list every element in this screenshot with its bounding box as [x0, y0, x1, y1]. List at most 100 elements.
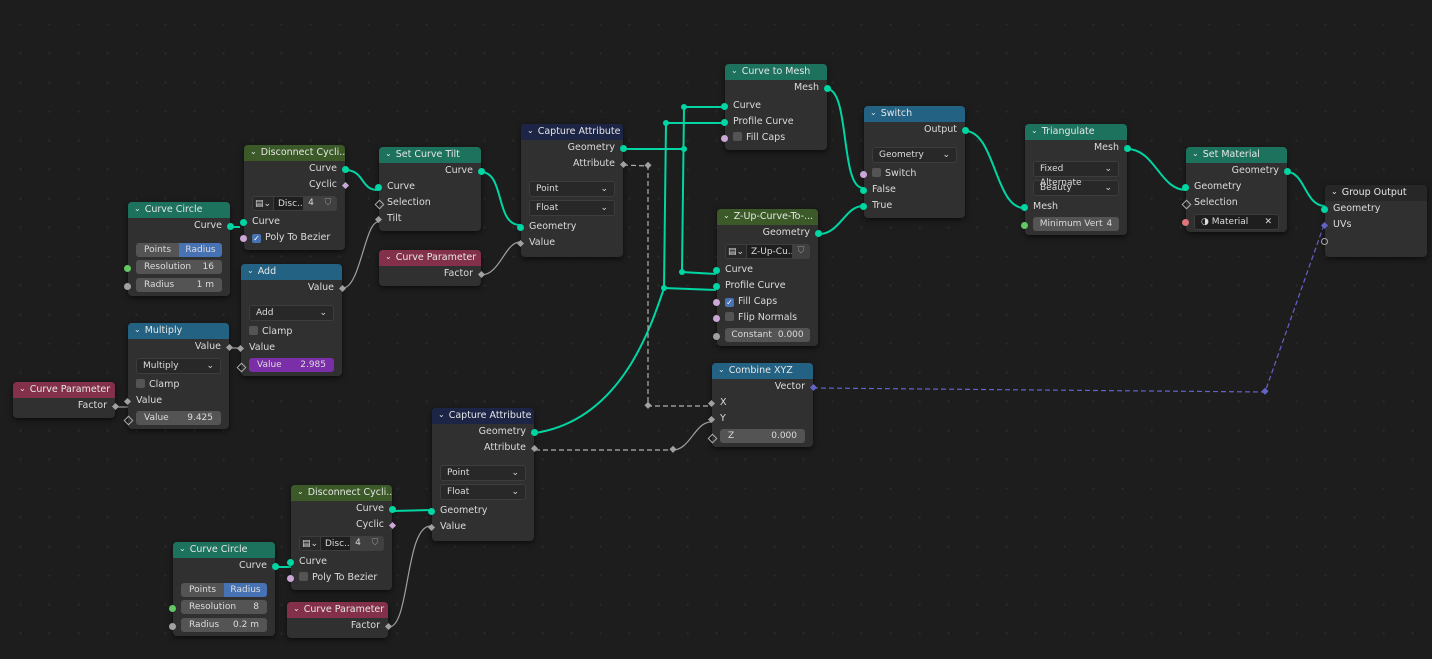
socket[interactable]	[962, 126, 969, 134]
chevron-down-icon[interactable]: ⌄	[179, 542, 186, 557]
radius-field[interactable]: Radius 0.2 m	[181, 618, 267, 632]
switch-checkbox[interactable]	[872, 168, 881, 177]
chevron-down-icon[interactable]: ⌄	[1031, 124, 1038, 139]
socket[interactable]	[375, 183, 382, 191]
socket[interactable]	[721, 134, 728, 142]
socket[interactable]	[227, 222, 234, 230]
socket[interactable]	[815, 229, 822, 237]
node-header[interactable]: ⌄ Curve Circle	[173, 542, 275, 558]
node-header[interactable]: ⌄ Disconnect Cycli...	[244, 145, 345, 161]
chevron-down-icon[interactable]: ⌄	[731, 64, 738, 79]
node-header[interactable]: ⌄ Capture Attribute	[521, 124, 623, 140]
socket[interactable]	[124, 264, 131, 272]
socket[interactable]	[272, 562, 279, 570]
socket[interactable]	[1321, 205, 1328, 213]
fake-user-shield-icon[interactable]: ⛉	[366, 536, 384, 551]
node-group-selector[interactable]: ▤⌄ Disc... 4 ⛉	[252, 196, 337, 211]
chevron-down-icon[interactable]: ⌄	[438, 408, 445, 423]
fake-user-shield-icon[interactable]: ⛉	[792, 244, 810, 259]
socket[interactable]	[428, 507, 435, 515]
node-curve-circle[interactable]: ⌄ Curve Circle Curve Points Radius Resolut…	[169, 542, 279, 636]
material-field[interactable]: ◑ Material ✕	[1194, 214, 1279, 230]
socket[interactable]	[287, 558, 294, 566]
type-dropdown[interactable]: Geometry ⌄	[872, 147, 957, 163]
mode-radius[interactable]: Radius	[224, 583, 267, 597]
node-header[interactable]: ⌄ Group Output	[1325, 185, 1427, 201]
chevron-down-icon[interactable]: ⌄	[250, 145, 257, 160]
socket[interactable]	[342, 165, 349, 173]
node-header[interactable]: ⌄ Disconnect Cycli...	[291, 485, 392, 501]
socket[interactable]	[123, 397, 132, 405]
quad-method-dropdown[interactable]: Fixed Alternate ⌄	[1033, 161, 1119, 188]
node-combine-xyz[interactable]: ⌄ Combine XYZ Vector X Y Z 0.000	[707, 363, 818, 447]
constant-field[interactable]: Constant 0.000	[725, 328, 810, 342]
node-set-curve-tilt[interactable]: ⌄ Set Curve Tilt Curve Curve Selection Ti…	[374, 147, 485, 231]
socket[interactable]	[1182, 218, 1189, 226]
domain-dropdown[interactable]: Point ⌄	[529, 181, 615, 197]
socket[interactable]	[721, 118, 728, 126]
poly-to-bezier-checkbox[interactable]	[299, 572, 308, 581]
node-disconnect-cyclic[interactable]: ⌄ Disconnect Cycli... Curve Cyclic ▤⌄ Disc…	[287, 485, 397, 590]
value-field[interactable]: Value 2.985	[249, 358, 334, 372]
node-capture-attribute[interactable]: ⌄ Capture Attribute Geometry Attribute Po…	[427, 408, 539, 541]
socket[interactable]	[478, 167, 485, 175]
node-group-selector[interactable]: ▤⌄ Z-Up-Cu... ⛉	[725, 244, 810, 259]
node-capture-attribute[interactable]: ⌄ Capture Attribute Geometry Attribute Po…	[516, 124, 628, 257]
chevron-down-icon[interactable]: ⌄	[293, 602, 300, 617]
socket[interactable]	[389, 505, 396, 513]
chevron-down-icon[interactable]: ⌄	[870, 106, 877, 121]
node-curve-circle[interactable]: ⌄ Curve Circle Curve Points Radius Resolut…	[124, 202, 234, 296]
type-dropdown[interactable]: Float ⌄	[529, 200, 615, 216]
node-set-material[interactable]: ⌄ Set Material Geometry Geometry Selectio…	[1181, 147, 1291, 232]
minimum-vertices-field[interactable]: Minimum Vert 4	[1033, 217, 1119, 231]
fill-caps-checkbox[interactable]: ✓	[725, 298, 734, 307]
socket[interactable]	[374, 215, 383, 223]
socket[interactable]	[287, 574, 294, 582]
socket[interactable]	[1284, 167, 1291, 175]
mode-points[interactable]: Points	[181, 583, 224, 597]
domain-dropdown[interactable]: Point ⌄	[440, 465, 526, 481]
socket[interactable]	[427, 523, 436, 531]
clamp-checkbox[interactable]	[249, 326, 258, 335]
chevron-down-icon[interactable]: ⌄	[718, 363, 725, 378]
node-group-selector[interactable]: ▤⌄ Disc... 4 ⛉	[299, 536, 384, 551]
type-dropdown[interactable]: Float ⌄	[440, 484, 526, 500]
node-math-add[interactable]: ⌄ Add Value Add ⌄ Clamp Value Value 2.985	[236, 264, 347, 376]
node-curve-parameter[interactable]: ⌄ Curve Parameter Factor	[379, 250, 486, 286]
operation-dropdown[interactable]: Add ⌄	[249, 305, 334, 321]
socket[interactable]	[169, 622, 176, 630]
resolution-field[interactable]: Resolution 16	[136, 260, 222, 274]
socket[interactable]	[517, 223, 524, 231]
value-field[interactable]: Value 9.425	[136, 411, 221, 425]
socket[interactable]	[707, 415, 716, 423]
flip-normals-checkbox[interactable]	[725, 312, 734, 321]
socket[interactable]	[713, 298, 720, 306]
radius-field[interactable]: Radius 1 m	[136, 278, 222, 292]
node-math-multiply[interactable]: ⌄ Multiply Value Multiply ⌄ Clamp Value Va…	[123, 323, 234, 429]
node-header[interactable]: ⌄ Z-Up-Curve-To-...	[717, 209, 818, 225]
empty-socket[interactable]	[1321, 237, 1328, 245]
socket[interactable]	[240, 218, 247, 226]
socket[interactable]	[240, 234, 247, 242]
clamp-checkbox[interactable]	[136, 379, 145, 388]
socket[interactable]	[713, 282, 720, 290]
node-switch[interactable]: ⌄ Switch Output Geometry ⌄ Switch False Tr…	[860, 106, 969, 218]
resolution-field[interactable]: Resolution 8	[181, 600, 267, 614]
socket[interactable]	[1182, 183, 1189, 191]
node-header[interactable]: ⌄ Curve Parameter	[379, 250, 481, 266]
mode-toggle[interactable]: Points Radius	[181, 583, 267, 597]
node-curve-parameter[interactable]: ⌄ Curve Parameter Factor	[287, 602, 393, 638]
node-header[interactable]: ⌄ Add	[241, 264, 342, 280]
socket[interactable]	[1124, 144, 1131, 152]
chevron-down-icon[interactable]: ⌄	[385, 147, 392, 162]
socket[interactable]	[824, 84, 831, 92]
node-header[interactable]: ⌄ Curve to Mesh	[725, 64, 827, 80]
socket[interactable]	[713, 332, 720, 340]
socket[interactable]	[860, 186, 867, 194]
mode-toggle[interactable]: Points Radius	[136, 243, 222, 257]
clear-icon[interactable]: ✕	[1264, 215, 1272, 229]
node-header[interactable]: ⌄ Capture Attribute	[432, 408, 534, 424]
operation-dropdown[interactable]: Multiply ⌄	[136, 358, 221, 374]
socket[interactable]	[1021, 203, 1028, 211]
chevron-down-icon[interactable]: ⌄	[527, 124, 534, 139]
